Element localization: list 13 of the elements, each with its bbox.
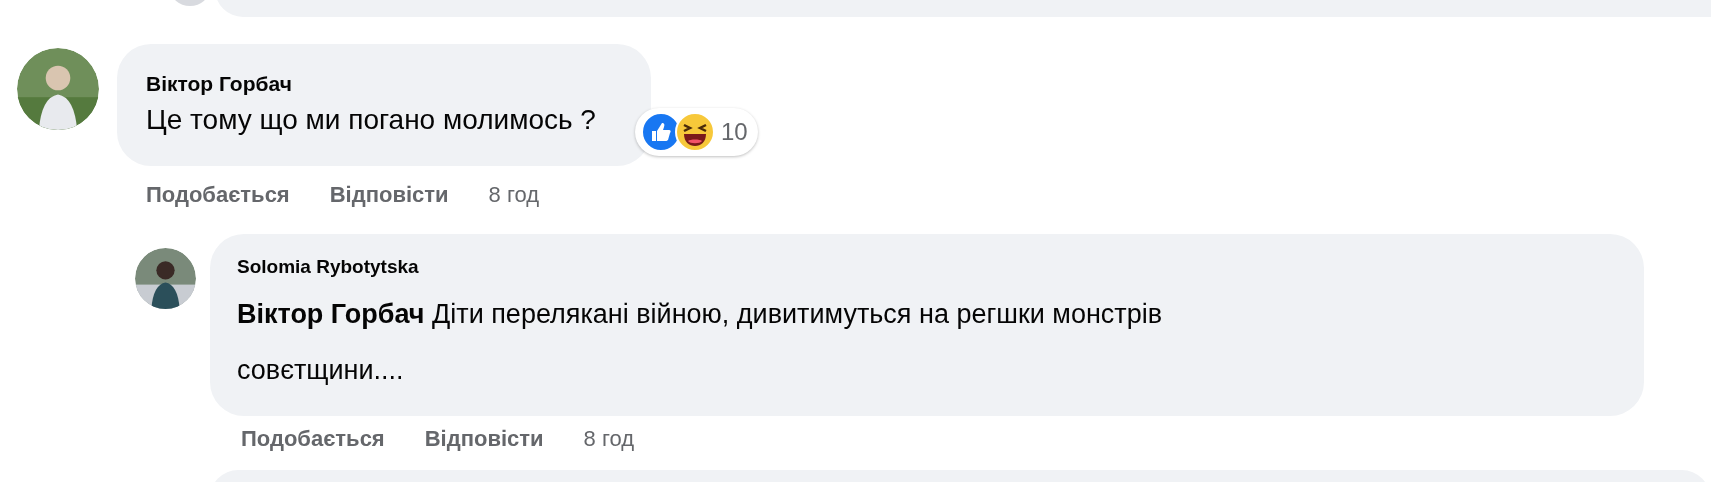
avatar[interactable] [135,248,196,309]
comment-author[interactable]: Solomia Rybotytska [237,256,1612,278]
reply-link[interactable]: Відповісти [329,182,449,208]
reactions-pill[interactable]: 10 [634,108,758,156]
like-link[interactable]: Подобається [146,182,290,208]
comment-time[interactable]: 8 год [583,426,635,452]
comment-text: Це тому що ми погано молимось ? [146,103,596,137]
laughing-emoji-icon [674,112,715,152]
reply-link[interactable]: Відповісти [424,426,544,452]
like-link[interactable]: Подобається [241,426,385,452]
comment-author[interactable]: Віктор Горбач [146,72,596,96]
comment-time[interactable]: 8 год [488,182,540,208]
comment-text: Віктор Горбач Діти перелякані війною, дивитимуться на регшки монстрів совєтщини.... [237,298,1164,387]
